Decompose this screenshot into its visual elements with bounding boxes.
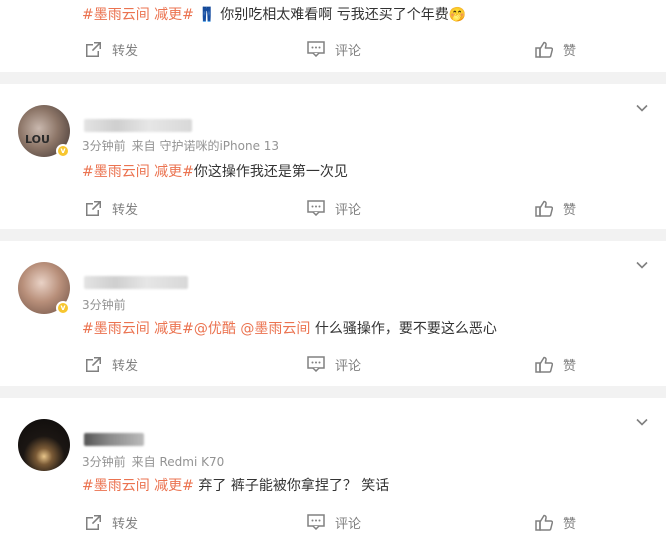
action-bar: 转发 评论 赞: [0, 198, 666, 218]
post-card: LOU v 3分钟前 来自 守护诺咪的iPhone 13 #墨雨云间 减更#你这操…: [0, 84, 666, 229]
forward-label: 转发: [112, 202, 139, 218]
thumbs-up-icon: [535, 514, 553, 531]
comment-icon: [307, 356, 325, 372]
forward-icon: [86, 41, 101, 57]
thumbs-up-icon: [535, 200, 553, 217]
thumbs-up-icon: [535, 356, 553, 373]
forward-label: 转发: [112, 516, 139, 532]
like-label: 赞: [563, 43, 577, 59]
avatar[interactable]: [18, 419, 70, 471]
comment-label: 评论: [335, 358, 362, 374]
post-time[interactable]: 3分钟前: [82, 139, 126, 153]
post-source: 来自 Redmi K70: [131, 455, 225, 469]
post-content: 什么骚操作，要不要这么恶心: [314, 321, 497, 337]
post-meta: 3分钟前 来自 Redmi K70: [82, 453, 224, 470]
avatar-text: LOU: [25, 133, 50, 146]
comment-label: 评论: [335, 202, 362, 218]
action-bar: 转发 评论 赞: [0, 512, 666, 532]
comment-button[interactable]: 评论: [307, 354, 361, 374]
post-time[interactable]: 3分钟前: [82, 455, 126, 469]
forward-label: 转发: [112, 358, 139, 374]
post-content: 你这操作我还是第一次见: [193, 164, 348, 180]
like-label: 赞: [563, 358, 577, 374]
comment-button[interactable]: 评论: [307, 512, 361, 532]
post-content: 弃了 裤子能被你拿捏了？ 笑话: [198, 478, 390, 494]
hashtag-link[interactable]: #墨雨云间 减更#: [82, 164, 194, 180]
like-label: 赞: [563, 202, 577, 218]
post-source: 来自 守护诺咪的iPhone 13: [131, 139, 280, 153]
post-text: #墨雨云间 减更#@优酷 @墨雨云间 什么骚操作，要不要这么恶心: [82, 318, 497, 338]
chevron-down-icon[interactable]: [635, 101, 649, 115]
comment-icon: [307, 514, 325, 530]
forward-button[interactable]: 转发: [84, 39, 138, 59]
comment-label: 评论: [335, 516, 362, 532]
action-bar: 转发 评论 赞: [0, 39, 666, 59]
chevron-down-icon[interactable]: [635, 258, 649, 272]
comment-label: 评论: [335, 43, 362, 59]
post-text: #墨雨云间 减更# 弃了 裤子能被你拿捏了？ 笑话: [82, 475, 389, 495]
like-button[interactable]: 赞: [535, 512, 576, 532]
verified-badge: v: [56, 144, 70, 158]
face-emoji: 🤭: [448, 7, 467, 23]
comment-icon: [307, 41, 325, 57]
verified-badge: v: [56, 301, 70, 315]
forward-icon: [86, 514, 101, 530]
like-button[interactable]: 赞: [535, 198, 576, 218]
like-button[interactable]: 赞: [535, 39, 576, 59]
forward-icon: [86, 200, 101, 216]
post-content: 你别吃相太难看啊 亏我还买了个年费: [220, 7, 449, 23]
post-text: #墨雨云间 减更#你这操作我还是第一次见: [82, 161, 348, 181]
post-card: v 3分钟前 #墨雨云间 减更#@优酷 @墨雨云间 什么骚操作，要不要这么恶心 …: [0, 241, 666, 386]
thumbs-up-icon: [535, 41, 553, 58]
hashtag-link[interactable]: #墨雨云间 减更#: [82, 478, 194, 494]
forward-button[interactable]: 转发: [84, 354, 138, 374]
comment-button[interactable]: 评论: [307, 198, 361, 218]
comment-icon: [307, 200, 325, 216]
forward-icon: [86, 356, 101, 372]
post-card: #墨雨云间 减更# 👖 你别吃相太难看啊 亏我还买了个年费🤭 转发 评论 赞: [0, 0, 666, 72]
mention-link[interactable]: @墨雨云间: [240, 321, 310, 337]
like-button[interactable]: 赞: [535, 354, 576, 374]
jeans-emoji: 👖: [198, 7, 216, 23]
username-blurred[interactable]: [84, 433, 144, 446]
action-bar: 转发 评论 赞: [0, 354, 666, 374]
post-meta: 3分钟前: [82, 296, 126, 313]
forward-label: 转发: [112, 43, 139, 59]
username-blurred[interactable]: [84, 119, 192, 132]
chevron-down-icon[interactable]: [635, 415, 649, 429]
comment-button[interactable]: 评论: [307, 39, 361, 59]
post-meta: 3分钟前 来自 守护诺咪的iPhone 13: [82, 137, 279, 154]
hashtag-link[interactable]: #墨雨云间 减更#: [82, 321, 194, 337]
hashtag-link[interactable]: #墨雨云间 减更#: [82, 7, 194, 23]
username-blurred[interactable]: [84, 276, 188, 289]
post-card: 3分钟前 来自 Redmi K70 #墨雨云间 减更# 弃了 裤子能被你拿捏了？ …: [0, 398, 666, 549]
forward-button[interactable]: 转发: [84, 198, 138, 218]
mention-link[interactable]: @优酷: [194, 321, 236, 337]
forward-button[interactable]: 转发: [84, 512, 138, 532]
post-text: #墨雨云间 减更# 👖 你别吃相太难看啊 亏我还买了个年费🤭: [82, 4, 466, 24]
post-time[interactable]: 3分钟前: [82, 298, 126, 312]
like-label: 赞: [563, 516, 577, 532]
